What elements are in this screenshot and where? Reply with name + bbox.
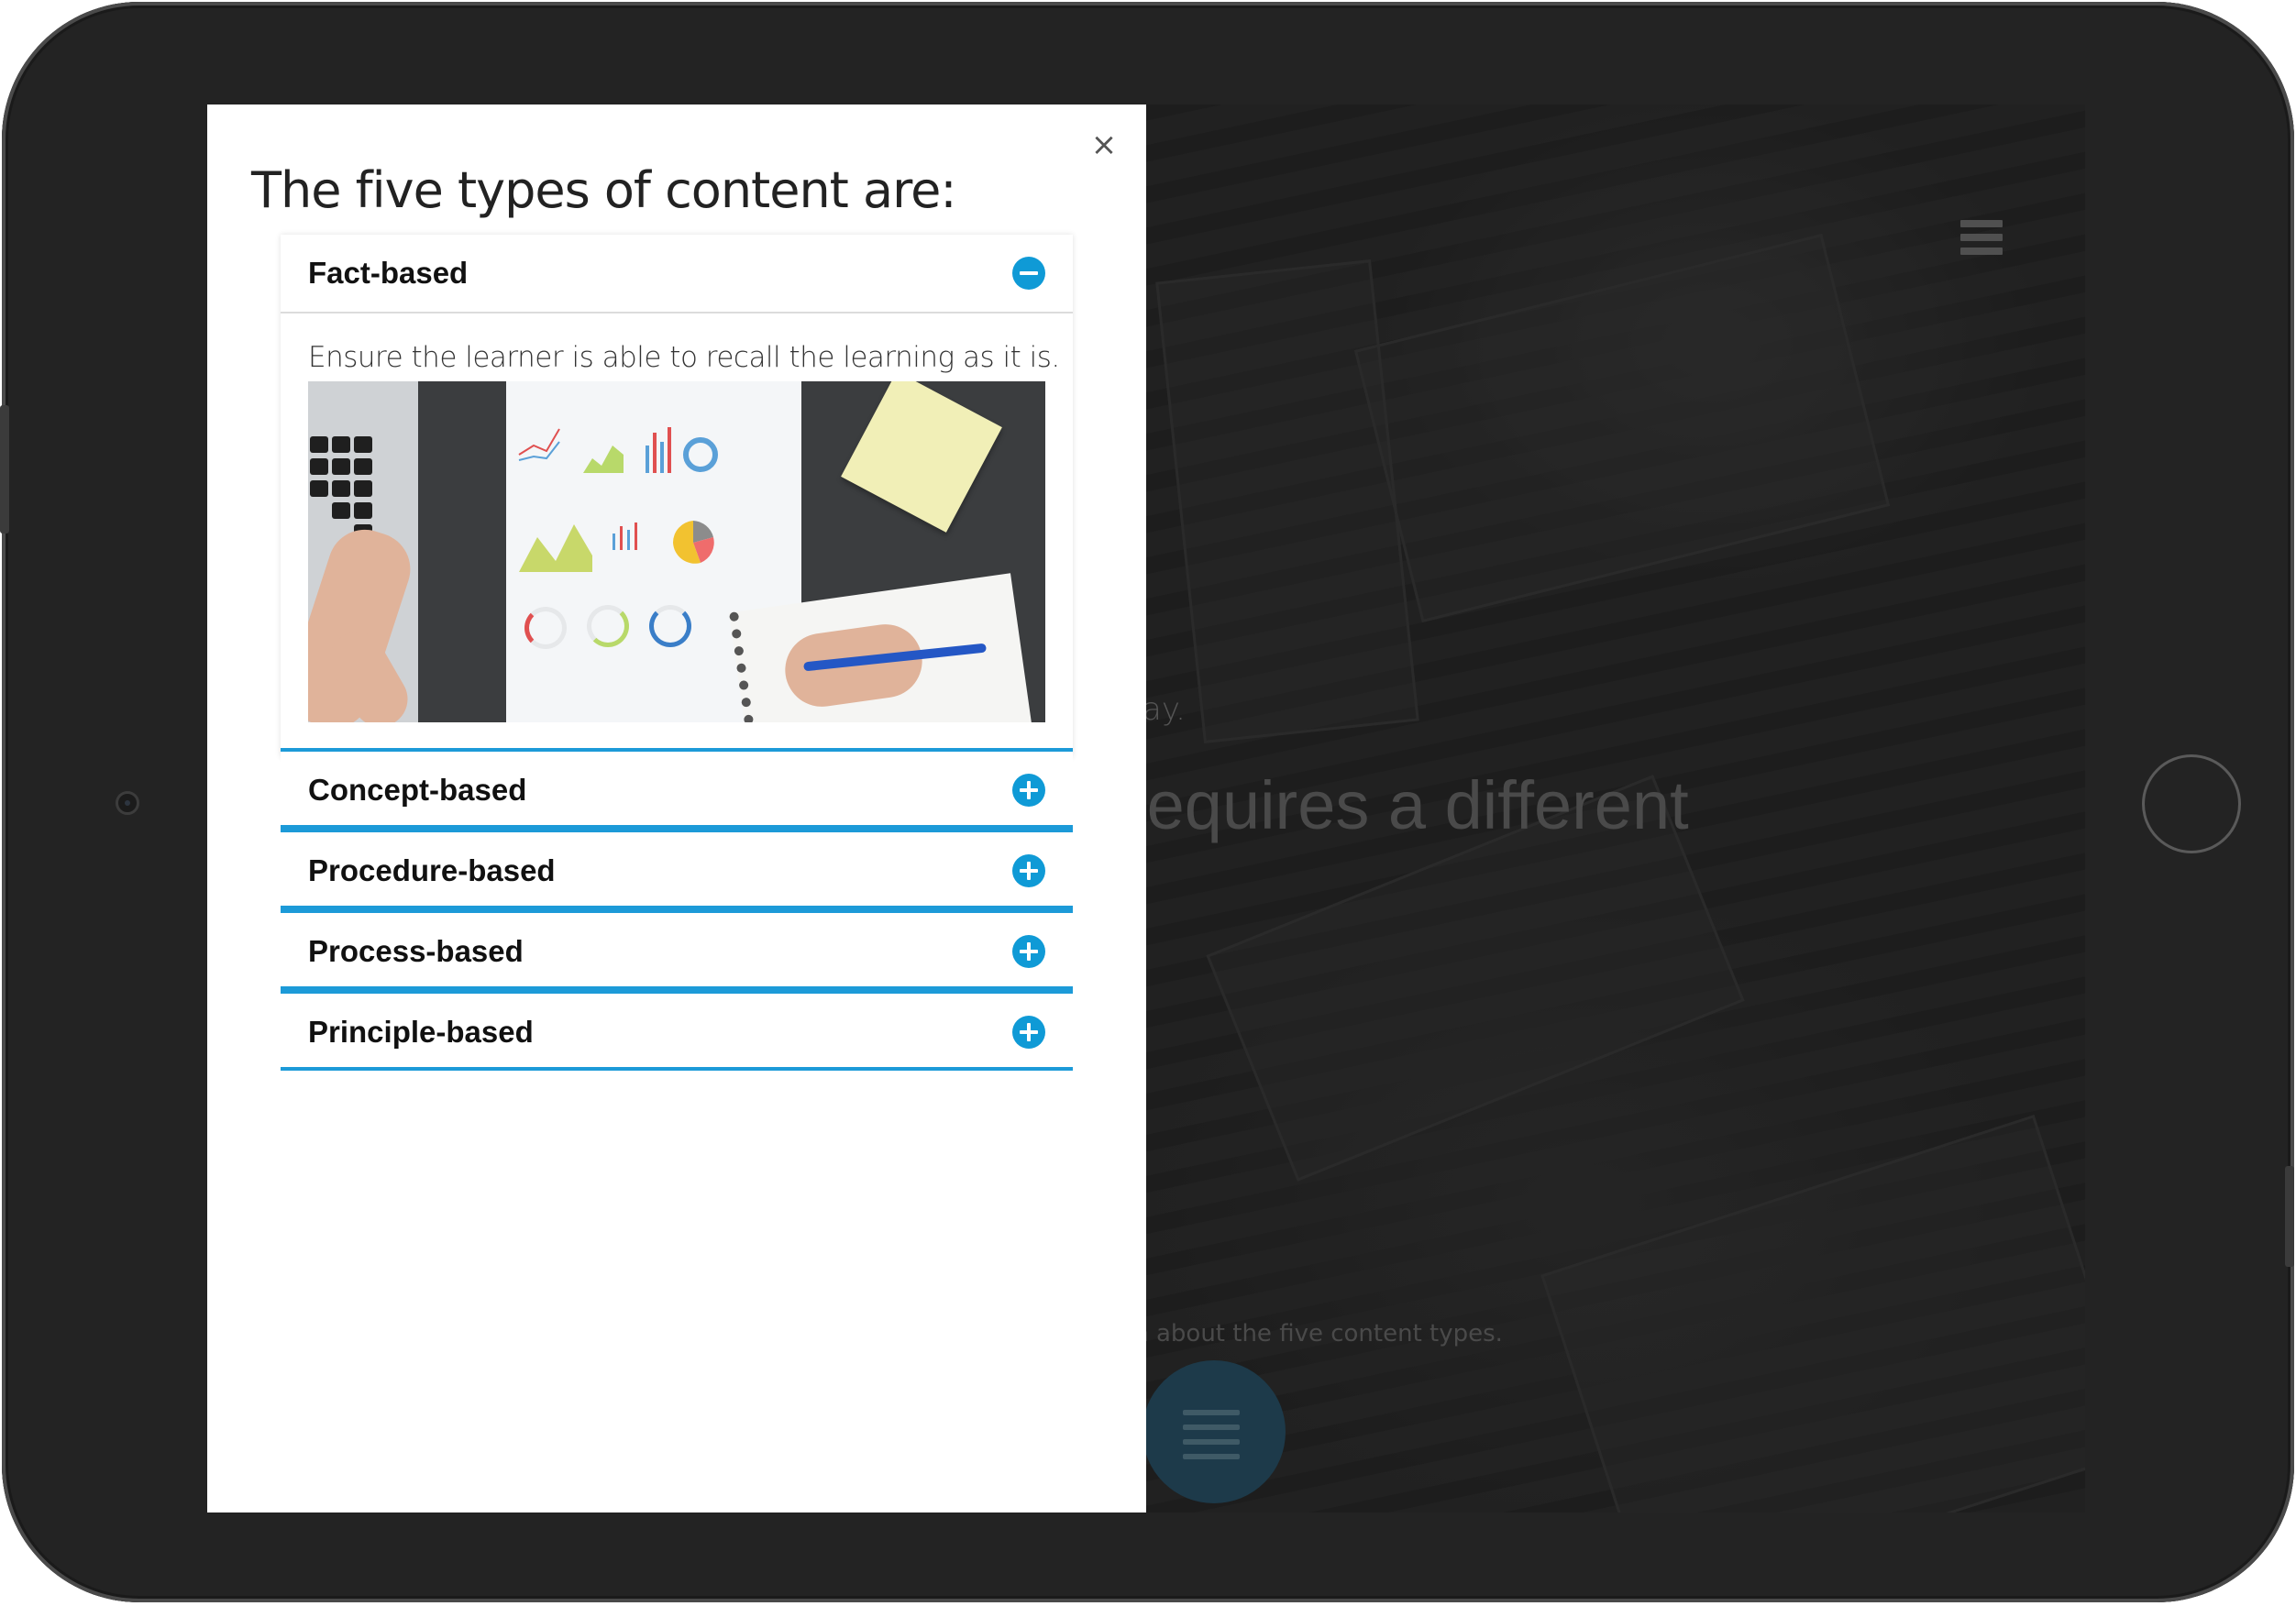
- close-icon[interactable]: ×: [1087, 126, 1120, 163]
- desk-photo-image: [308, 381, 1045, 722]
- plus-circle-icon[interactable]: [1012, 1016, 1045, 1049]
- menu-fab-button[interactable]: [1142, 1360, 1286, 1503]
- accordion-label: Process-based: [308, 934, 524, 968]
- donut-illustration: [587, 605, 629, 647]
- accordion-label: Fact-based: [308, 256, 469, 290]
- accordion-item-process-based: Process-based: [281, 909, 1073, 990]
- side-button: [0, 405, 9, 534]
- accordion-label: Procedure-based: [308, 853, 556, 887]
- hamburger-menu-icon[interactable]: [1960, 220, 2003, 255]
- accordion-item-principle-based: Principle-based: [281, 990, 1073, 1071]
- modal-title: The five types of content are:: [251, 161, 957, 219]
- accordion-header[interactable]: Concept-based: [281, 752, 1073, 829]
- modal-panel: × The five types of content are: Fact-ba…: [207, 104, 1146, 1512]
- sticky-note-illustration: [841, 381, 1002, 533]
- minus-circle-icon[interactable]: [1012, 257, 1045, 290]
- accordion-item-procedure-based: Procedure-based: [281, 829, 1073, 909]
- accordion-header[interactable]: Process-based: [281, 913, 1073, 990]
- accordion-header[interactable]: Fact-based: [281, 235, 1073, 314]
- accordion-header[interactable]: Procedure-based: [281, 832, 1073, 909]
- tablet-frame: ay. requires a different rn about the fi…: [0, 2, 2294, 1602]
- donut-illustration: [649, 605, 691, 647]
- background-heading: requires a different: [1124, 767, 1689, 843]
- accordion-header[interactable]: Principle-based: [281, 994, 1073, 1071]
- accordion-label: Concept-based: [308, 773, 527, 807]
- home-button[interactable]: [2142, 754, 2241, 853]
- camera-icon: [116, 791, 139, 815]
- background-text: ay.: [1142, 691, 1186, 728]
- accordion-item-fact-based: Fact-based Ensure the learner is able to…: [281, 235, 1073, 757]
- screen: ay. requires a different rn about the fi…: [207, 104, 2085, 1512]
- background-text: rn about the five content types.: [1124, 1320, 1503, 1348]
- side-button: [2285, 1166, 2294, 1267]
- accordion-body-text: Ensure the learner is able to recall the…: [308, 341, 1060, 374]
- donut-illustration: [524, 607, 567, 649]
- accordion-item-concept-based: Concept-based: [281, 748, 1073, 829]
- plus-circle-icon[interactable]: [1012, 854, 1045, 887]
- accordion-label: Principle-based: [308, 1015, 534, 1049]
- plus-circle-icon[interactable]: [1012, 935, 1045, 968]
- plus-circle-icon[interactable]: [1012, 774, 1045, 807]
